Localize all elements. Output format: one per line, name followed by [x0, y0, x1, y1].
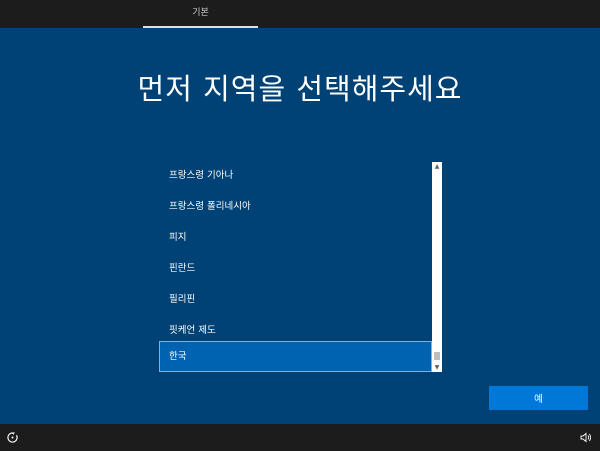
list-scrollbar[interactable]: ▲ ▼	[432, 162, 442, 372]
scroll-thumb[interactable]	[434, 352, 440, 360]
ease-of-access-icon[interactable]	[6, 431, 19, 444]
bottom-bar	[0, 424, 600, 451]
region-item-fiji[interactable]: 피지	[159, 222, 432, 253]
region-item-philippines[interactable]: 필리핀	[159, 284, 432, 315]
region-listbox[interactable]: 프랑스령 기아나 프랑스령 폴리네시아 피지 핀란드 필리핀 핏케언 제도 한국…	[159, 160, 443, 372]
tab-basics: 기본	[143, 0, 258, 28]
volume-icon[interactable]	[580, 432, 592, 443]
scroll-up-icon[interactable]: ▲	[432, 162, 442, 171]
tab-active-indicator	[143, 26, 258, 28]
region-list: 프랑스령 기아나 프랑스령 폴리네시아 피지 핀란드 필리핀 핏케언 제도 한국	[159, 160, 432, 372]
scroll-down-icon[interactable]: ▼	[432, 363, 442, 372]
top-bar: 기본	[0, 0, 600, 28]
yes-button[interactable]: 예	[489, 386, 588, 410]
region-item-finland[interactable]: 핀란드	[159, 253, 432, 284]
oobe-screen: 기본 먼저 지역을 선택해주세요 프랑스령 기아나 프랑스령 폴리네시아 피지 …	[0, 0, 600, 451]
region-item-french-guiana[interactable]: 프랑스령 기아나	[159, 160, 432, 191]
page-title: 먼저 지역을 선택해주세요	[137, 72, 463, 106]
region-item-french-polynesia[interactable]: 프랑스령 폴리네시아	[159, 191, 432, 222]
tab-basics-label: 기본	[192, 8, 209, 18]
region-item-korea[interactable]: 한국	[159, 341, 432, 372]
